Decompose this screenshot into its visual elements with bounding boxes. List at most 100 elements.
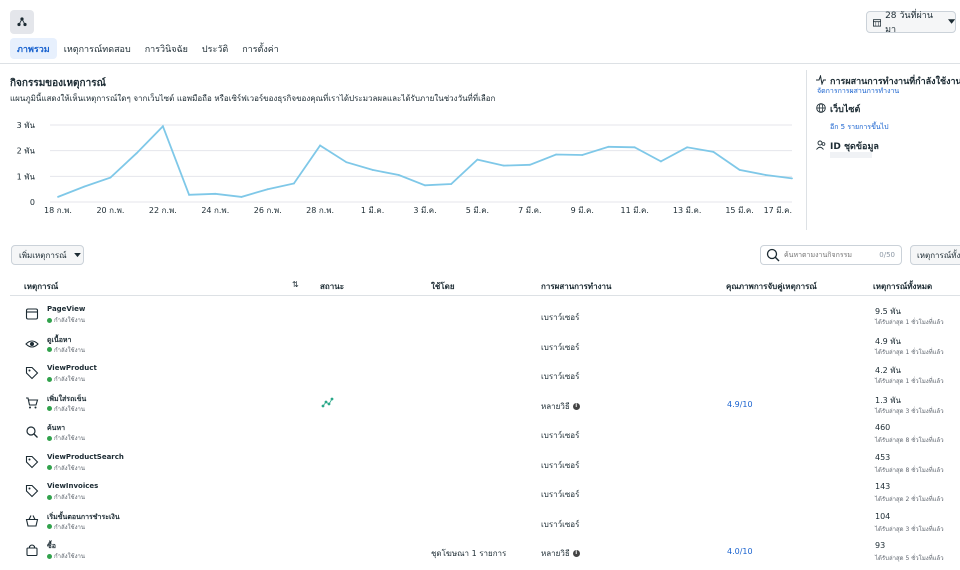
data-point[interactable] xyxy=(83,185,86,188)
data-point[interactable] xyxy=(502,164,505,167)
data-point[interactable] xyxy=(581,154,584,156)
trend-icon xyxy=(321,397,334,407)
table-row[interactable]: ViewProductSearch กำลังใช้งาน เบราว์เซอร์ 4… xyxy=(10,449,960,479)
integration-panel: การผสานการทำงานที่กำลังใช้งาน 1 จัดการกา… xyxy=(806,70,960,230)
eye-icon xyxy=(25,339,39,348)
event-status: กำลังใช้งาน xyxy=(47,463,85,473)
x-tick-label: 20 ก.พ. xyxy=(96,206,124,215)
col-total-events[interactable]: เหตุการณ์ทั้งหมด xyxy=(873,280,932,293)
active-dot xyxy=(47,406,52,411)
data-point[interactable] xyxy=(764,174,767,176)
tab-test-events[interactable]: เหตุการณ์ทดสอบ xyxy=(57,38,138,59)
integration-label: เบราว์เซอร์ xyxy=(541,372,580,381)
data-point[interactable] xyxy=(240,195,243,198)
last-received: ได้รับล่าสุด 1 ชั่วโมงที่แล้ว xyxy=(875,319,944,326)
search-char-count: 0/50 xyxy=(879,251,895,259)
col-integration[interactable]: การผสานการทำงาน xyxy=(541,280,611,293)
event-name[interactable]: ViewProductSearch xyxy=(47,453,124,461)
x-tick-label: 5 มี.ค. xyxy=(466,206,489,215)
col-event[interactable]: เหตุการณ์ xyxy=(24,280,58,293)
table-row[interactable]: ViewProduct กำลังใช้งาน เบราว์เซอร์ 4.2 พัน… xyxy=(10,360,960,390)
data-point[interactable] xyxy=(57,195,59,198)
data-point[interactable] xyxy=(266,188,269,191)
manage-integrations-link[interactable]: จัดการการผสานการทำงาน xyxy=(817,86,899,97)
last-received: ได้รับล่าสุด 8 ชั่วโมงที่แล้ว xyxy=(875,466,944,474)
data-point[interactable] xyxy=(371,169,374,171)
event-status: กำลังใช้งาน xyxy=(47,522,85,532)
table-row[interactable]: ViewInvoices กำลังใช้งาน เบราว์เซอร์ 143 ได้… xyxy=(10,478,960,508)
match-quality-score[interactable]: 4.9/10 xyxy=(727,400,753,409)
match-quality-score[interactable]: 4.0/10 xyxy=(727,547,753,556)
event-name[interactable]: ViewProduct xyxy=(47,364,97,372)
data-point[interactable] xyxy=(345,161,348,164)
tab-settings[interactable]: การตั้งค่า xyxy=(235,38,286,59)
total-events: 93 xyxy=(875,541,886,550)
series-line xyxy=(57,124,793,198)
integration-label: เบราว์เซอร์ xyxy=(541,313,580,322)
info-icon[interactable]: i xyxy=(572,402,580,410)
data-point[interactable] xyxy=(686,146,689,149)
event-search-field[interactable]: 0/50 xyxy=(760,245,902,265)
x-tick-label: 18 ก.พ. xyxy=(44,206,72,215)
event-search-input[interactable] xyxy=(784,251,879,259)
data-point[interactable] xyxy=(476,158,479,161)
tab-diagnostics[interactable]: การวินิจฉัย xyxy=(138,38,195,59)
all-events-button[interactable]: เหตุการณ์ทั้งห xyxy=(910,245,960,265)
activity-title: กิจกรรมของเหตุการณ์ xyxy=(10,78,106,89)
data-point[interactable] xyxy=(633,146,636,149)
sort-icon[interactable]: ⇅ xyxy=(292,280,299,289)
col-used-by[interactable]: ใช้โดย xyxy=(431,280,455,293)
data-point[interactable] xyxy=(450,183,453,185)
event-status: กำลังใช้งาน xyxy=(47,404,85,414)
date-range-label: 28 วันที่ผ่านมา xyxy=(885,11,933,35)
event-name[interactable]: ViewInvoices xyxy=(47,482,98,490)
col-status[interactable]: สถานะ xyxy=(320,280,344,293)
globe-icon xyxy=(816,103,826,113)
info-icon[interactable]: i xyxy=(572,550,580,557)
x-tick-label: 7 มี.ค. xyxy=(518,206,541,215)
active-dot xyxy=(47,376,52,382)
x-tick-label: 22 ก.พ. xyxy=(149,206,177,215)
status-label: กำลังใช้งาน xyxy=(54,435,86,442)
data-point[interactable] xyxy=(109,176,112,179)
table-row[interactable]: เพิ่มใส่รถเข็น กำลังใช้งาน หลายวิธี i 4.9/10… xyxy=(10,390,960,420)
table-row[interactable]: เริ่มขั้นตอนการชำระเงิน กำลังใช้งาน เบราว์… xyxy=(10,508,960,538)
tag-icon xyxy=(25,366,39,380)
data-point[interactable] xyxy=(424,184,426,187)
status-label: กำลังใช้งาน xyxy=(54,523,86,531)
date-range-button[interactable]: 28 วันที่ผ่านมา xyxy=(866,11,956,35)
more-websites-link[interactable]: อีก 5 รายการขึ้นไป xyxy=(830,122,889,133)
data-point[interactable] xyxy=(397,174,400,176)
event-name[interactable]: PageView xyxy=(47,305,85,313)
data-point[interactable] xyxy=(135,152,138,155)
add-event-button[interactable]: เพิ่มเหตุการณ์ xyxy=(11,245,84,265)
tab-overview[interactable]: ภาพรวม xyxy=(10,38,57,59)
data-point[interactable] xyxy=(188,193,190,196)
tab-history[interactable]: ประวัติ xyxy=(195,38,235,59)
x-tick-label: 13 มี.ค. xyxy=(673,206,701,215)
data-point[interactable] xyxy=(528,163,531,166)
col-match-quality[interactable]: คุณภาพการจับคู่เหตุการณ์ xyxy=(726,280,817,293)
data-point[interactable] xyxy=(712,151,715,153)
table-row[interactable]: ค้นหา กำลังใช้งาน เบราว์เซอร์ 460 ได้รับล่าส… xyxy=(10,419,960,449)
total-events: 460 xyxy=(875,423,891,432)
data-point[interactable] xyxy=(214,192,217,195)
search-icon xyxy=(766,248,780,262)
x-tick-label: 1 มี.ค. xyxy=(361,206,384,215)
data-point[interactable] xyxy=(791,177,793,180)
data-point[interactable] xyxy=(660,160,662,163)
bag-icon xyxy=(26,544,38,557)
data-point[interactable] xyxy=(555,153,557,156)
pixel-icon[interactable] xyxy=(10,10,34,34)
data-point[interactable] xyxy=(607,145,610,148)
data-point[interactable] xyxy=(293,182,295,185)
table-row[interactable]: ซื้อ กำลังใช้งาน ชุดโฆษณา 1 รายการ หลายวิธี… xyxy=(10,537,960,567)
table-row[interactable]: PageView กำลังใช้งาน เบราว์เซอร์ 9.5 พัน ได้… xyxy=(10,301,960,331)
data-point[interactable] xyxy=(738,169,741,171)
integration-method: เบราว์เซอร์ xyxy=(541,459,579,472)
event-status: กำลังใช้งาน xyxy=(47,345,85,355)
data-point[interactable] xyxy=(319,144,322,147)
data-point[interactable] xyxy=(161,125,164,128)
table-row[interactable]: ดูเนื้อหา กำลังใช้งาน เบราว์เซอร์ 4.9 พัน ได… xyxy=(10,331,960,361)
status-label: กำลังใช้งาน xyxy=(54,317,86,324)
